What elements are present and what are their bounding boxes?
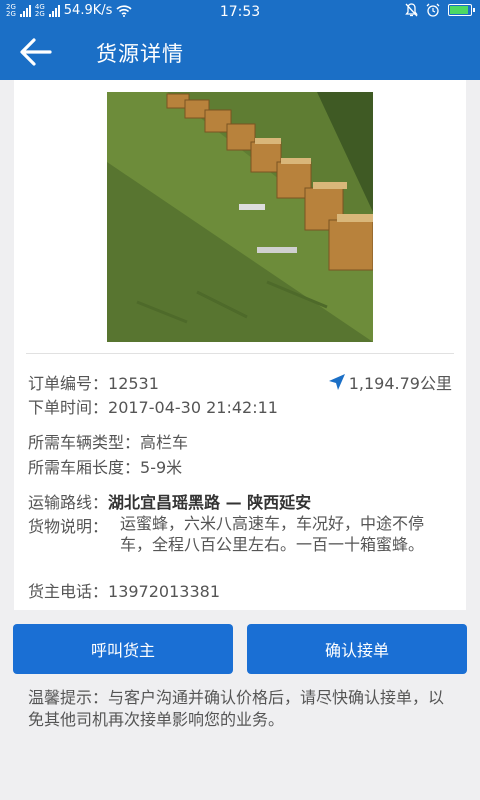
order-number-label: 订单编号： — [28, 374, 109, 393]
tip-text: 温馨提示：与客户沟通并确认价格后，请尽快确认接单，以免其他司机再次接单影响您的业… — [28, 688, 445, 729]
order-number-value: 12531 — [108, 374, 159, 393]
status-right — [405, 3, 475, 17]
notifications-off-icon — [405, 3, 418, 17]
box-length-label: 所需车厢长度： — [28, 458, 141, 477]
box-length-value: 5-9米 — [140, 458, 183, 477]
route-label: 运输路线： — [28, 493, 109, 512]
beehives-image — [107, 92, 373, 342]
call-shipper-button[interactable]: 呼叫货主 — [13, 624, 233, 674]
phone-value[interactable]: 13972013381 — [108, 582, 220, 601]
order-number-row: 订单编号：12531 — [28, 370, 159, 394]
distance-value: 1,194.79公里 — [348, 374, 452, 393]
order-time-label: 下单时间： — [28, 398, 109, 417]
back-arrow-icon — [20, 38, 52, 66]
cargo-desc-label: 货物说明： — [28, 517, 109, 536]
cargo-photo[interactable] — [107, 92, 373, 342]
app-bar: 货源详情 — [0, 24, 480, 80]
phone-label: 货主电话： — [28, 582, 109, 601]
vehicle-type-value: 高栏车 — [140, 433, 189, 452]
page-title: 货源详情 — [96, 42, 184, 66]
phone-row: 货主电话：13972013381 — [28, 578, 220, 602]
cargo-desc-value: 运蜜蜂，六米八高速车，车况好，中途不停车，全程八百公里左右。一百一十箱蜜蜂。 — [120, 514, 425, 554]
cargo-detail-card: 订单编号：12531 1,194.79公里 下单时间：2017-04-30 21… — [14, 80, 466, 610]
status-bar: 2G 2G 4G 2G 54.9K/s 17:53 — [0, 0, 480, 24]
divider — [26, 353, 454, 354]
vehicle-type-row: 所需车辆类型：高栏车 — [28, 429, 188, 453]
vehicle-type-label: 所需车辆类型： — [28, 433, 141, 452]
battery-icon — [448, 4, 475, 16]
order-time-value: 2017-04-30 21:42:11 — [108, 398, 278, 417]
distance: 1,194.79公里 — [328, 370, 452, 394]
alarm-icon — [426, 3, 440, 17]
box-length-row: 所需车厢长度：5-9米 — [28, 454, 182, 478]
order-time-row: 下单时间：2017-04-30 21:42:11 — [28, 394, 278, 418]
back-button[interactable] — [18, 36, 54, 68]
navigation-arrow-icon — [328, 374, 345, 390]
route-value: 湖北宜昌瑶黑路 — 陕西延安 — [108, 493, 312, 512]
confirm-order-button[interactable]: 确认接单 — [247, 624, 467, 674]
route-row: 运输路线：湖北宜昌瑶黑路 — 陕西延安 — [28, 489, 311, 513]
